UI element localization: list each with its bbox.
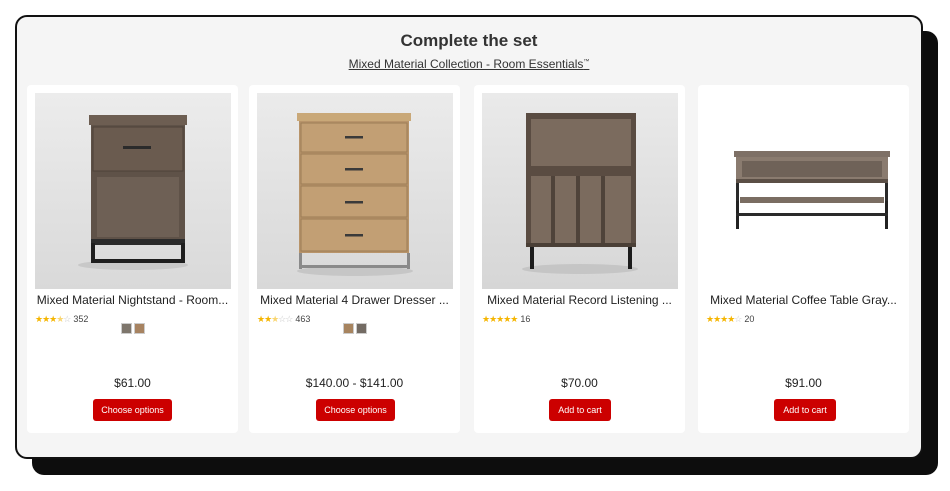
product-name[interactable]: Mixed Material Coffee Table Gray... (704, 293, 903, 307)
product-price: $140.00 - $141.00 (305, 376, 404, 390)
product-name[interactable]: Mixed Material Record Listening ... (480, 293, 679, 307)
review-count: 16 (520, 314, 531, 324)
star-rating-icon: ★★★★★ (482, 313, 518, 324)
color-swatch-natural[interactable] (342, 323, 354, 334)
product-rating: ★★★★☆ 20 (706, 313, 754, 325)
complete-the-set-panel: Complete the set Mixed Material Collecti… (15, 15, 923, 459)
product-card-nightstand: Mixed Material Nightstand - Room... ★★★★… (27, 85, 238, 433)
product-name[interactable]: Mixed Material 4 Drawer Dresser ... (255, 293, 454, 307)
star-rating-icon: ★★★★☆ (706, 313, 742, 324)
collection-subtitle: Mixed Material Collection - Room Essenti… (17, 57, 921, 71)
color-swatch-brown[interactable] (133, 323, 145, 334)
review-count: 20 (744, 314, 755, 324)
color-swatch-gray[interactable] (120, 323, 132, 334)
choose-options-button[interactable]: Choose options (316, 399, 395, 421)
color-swatch-gray[interactable] (355, 323, 367, 334)
color-swatches (249, 323, 460, 334)
section-title: Complete the set (400, 31, 538, 50)
choose-options-button[interactable]: Choose options (93, 399, 172, 421)
product-card-dresser: Mixed Material 4 Drawer Dresser ... ★★★☆… (249, 85, 460, 433)
product-price: $61.00 (114, 376, 151, 390)
product-price: $91.00 (785, 376, 822, 390)
product-rating: ★★★★★ 16 (482, 313, 530, 325)
add-to-cart-button[interactable]: Add to cart (549, 399, 611, 421)
product-image-nightstand[interactable] (35, 93, 231, 289)
product-price: $70.00 (561, 376, 598, 390)
product-card-record-cabinet: Mixed Material Record Listening ... ★★★★… (474, 85, 685, 433)
add-to-cart-button[interactable]: Add to cart (774, 399, 836, 421)
product-card-coffee-table: Mixed Material Coffee Table Gray... ★★★★… (698, 85, 909, 433)
product-image-record-cabinet[interactable] (482, 93, 678, 289)
product-image-coffee-table[interactable] (706, 93, 902, 289)
product-name[interactable]: Mixed Material Nightstand - Room... (33, 293, 232, 307)
trademark-symbol: ™ (583, 59, 590, 65)
color-swatches (27, 323, 238, 334)
collection-link[interactable]: Mixed Material Collection - Room Essenti… (349, 57, 590, 71)
product-image-dresser[interactable] (257, 93, 453, 289)
